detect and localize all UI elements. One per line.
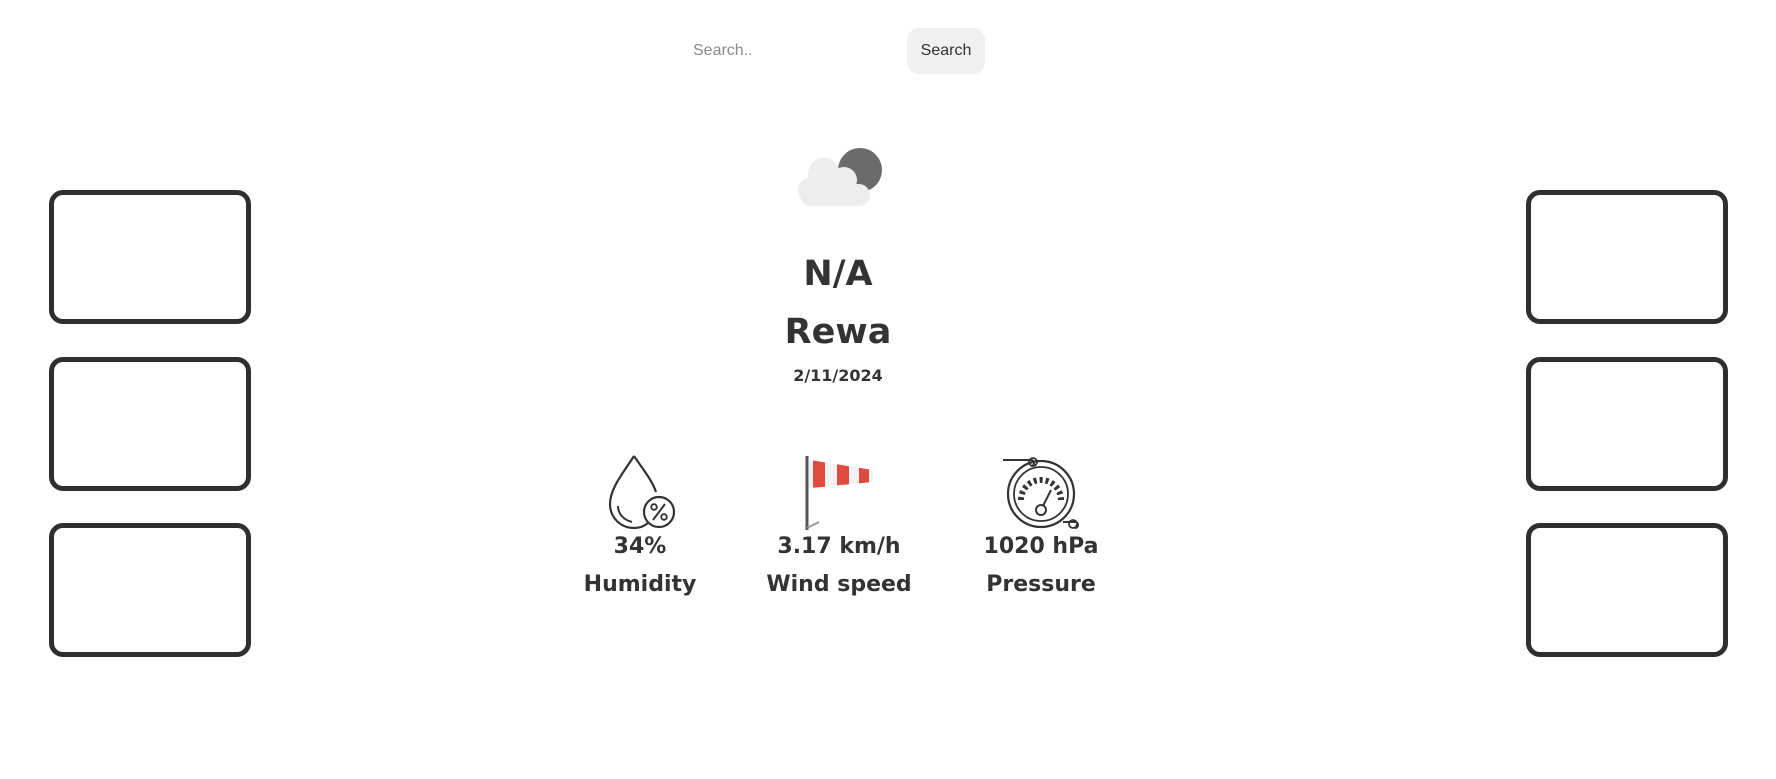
- city-name: Rewa: [784, 312, 892, 352]
- humidity-stat: 34% Humidity: [578, 452, 702, 600]
- pressure-value: 1020 hPa: [983, 534, 1099, 559]
- wind-speed-value: 3.17 km/h: [777, 534, 901, 559]
- humidity-label: Humidity: [583, 572, 697, 597]
- right-forecast-box-3: [1526, 523, 1728, 657]
- temperature: N/A: [803, 254, 873, 294]
- left-forecast-box-3: [49, 523, 251, 657]
- date: 2/11/2024: [793, 366, 883, 385]
- pressure-label: Pressure: [986, 572, 1096, 597]
- wind-speed-label: Wind speed: [766, 572, 912, 597]
- search-input[interactable]: [677, 29, 907, 73]
- search-bar: Search: [677, 28, 985, 74]
- wind-speed-stat: 3.17 km/h Wind speed: [764, 452, 914, 600]
- cloud-moon-icon: [794, 144, 884, 214]
- windsock-icon: [805, 456, 873, 530]
- search-button[interactable]: Search: [907, 28, 985, 74]
- humidity-drop-icon: [608, 455, 676, 530]
- humidity-value: 34%: [613, 534, 667, 559]
- pressure-gauge-icon: [1003, 457, 1079, 529]
- pressure-stat: 1020 hPa Pressure: [978, 452, 1104, 600]
